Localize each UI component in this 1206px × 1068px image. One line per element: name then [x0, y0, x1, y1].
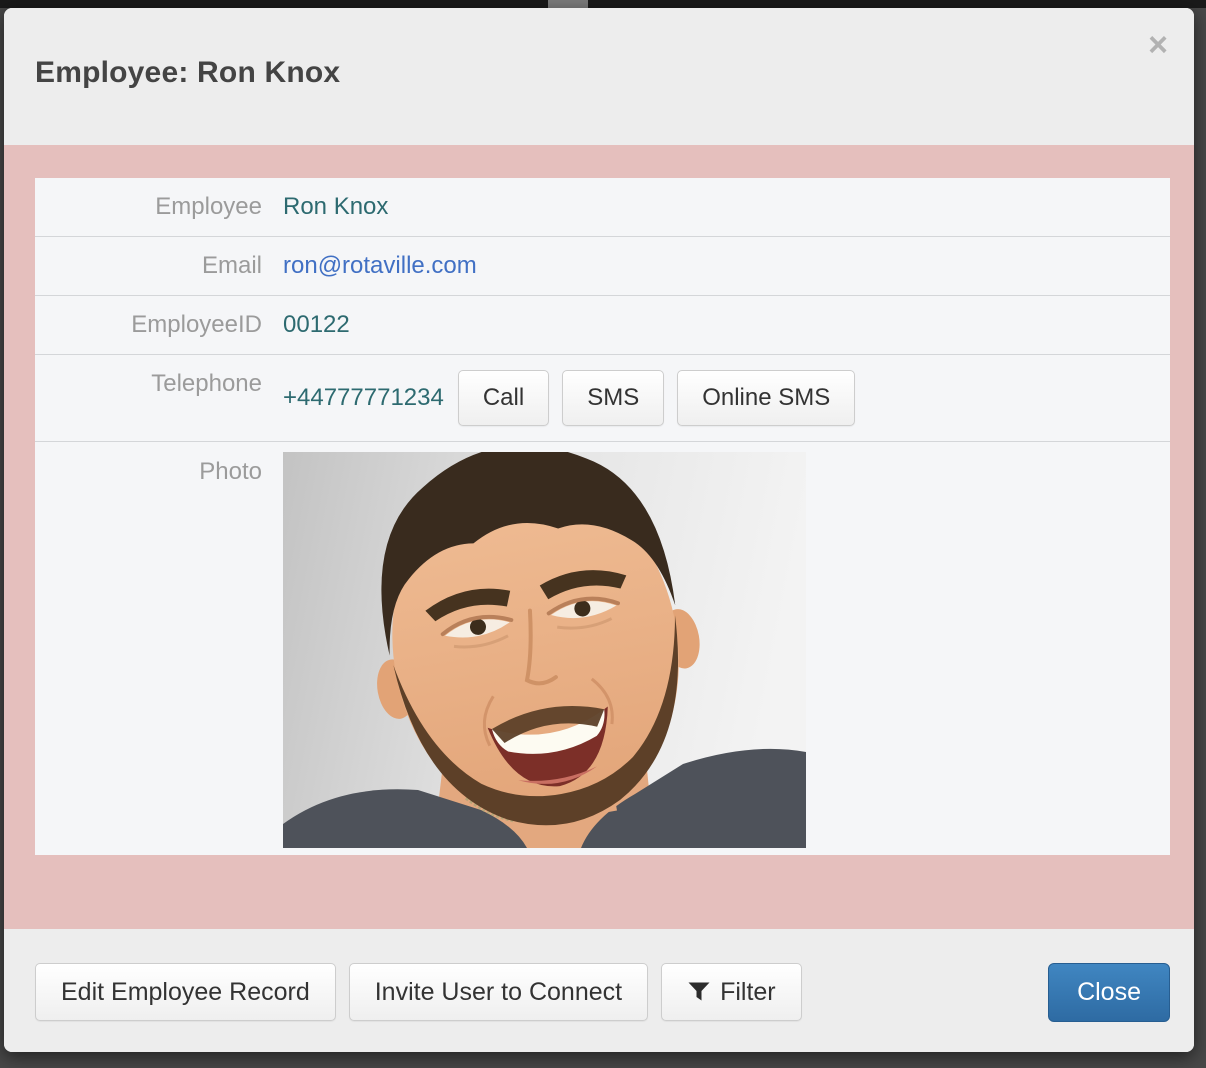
call-button[interactable]: Call — [458, 370, 549, 426]
online-sms-button[interactable]: Online SMS — [677, 370, 855, 426]
email-link[interactable]: ron@rotaville.com — [283, 252, 477, 279]
row-email: Email ron@rotaville.com — [35, 236, 1170, 295]
close-button[interactable]: Close — [1048, 963, 1170, 1022]
telephone-field-label: Telephone — [35, 355, 262, 413]
employee-id-field-value: 00122 — [262, 296, 1170, 354]
row-employee-id: EmployeeID 00122 — [35, 295, 1170, 354]
modal-footer: Edit Employee Record Invite User to Conn… — [4, 929, 1194, 1052]
employee-id-field-label: EmployeeID — [35, 296, 262, 354]
row-photo: Photo — [35, 441, 1170, 855]
photo-field-label: Photo — [35, 442, 262, 501]
row-telephone: Telephone +44777771234 Call SMS Online S… — [35, 354, 1170, 441]
page-backdrop-segment — [548, 0, 588, 8]
filter-button-label: Filter — [720, 978, 776, 1006]
filter-button[interactable]: Filter — [661, 963, 802, 1021]
close-icon[interactable]: × — [1148, 28, 1168, 62]
filter-icon — [687, 980, 711, 1004]
sms-button[interactable]: SMS — [562, 370, 664, 426]
modal-header: Employee: Ron Knox × — [4, 8, 1194, 145]
invite-user-button[interactable]: Invite User to Connect — [349, 963, 648, 1021]
page-backdrop-topbar — [0, 0, 1206, 8]
photo-wrap — [262, 442, 806, 855]
telephone-field-value: +44777771234 — [283, 384, 444, 412]
email-field-label: Email — [35, 237, 262, 295]
employee-field-value: Ron Knox — [262, 178, 1170, 236]
row-employee: Employee Ron Knox — [35, 178, 1170, 236]
employee-photo — [283, 452, 806, 848]
employee-field-label: Employee — [35, 178, 262, 236]
edit-employee-record-button[interactable]: Edit Employee Record — [35, 963, 336, 1021]
employee-detail-table: Employee Ron Knox Email ron@rotaville.co… — [35, 178, 1170, 855]
modal-title: Employee: Ron Knox — [35, 56, 340, 90]
employee-detail-modal: Employee: Ron Knox × Employee Ron Knox E… — [4, 8, 1194, 1052]
modal-body: Employee Ron Knox Email ron@rotaville.co… — [4, 145, 1194, 929]
